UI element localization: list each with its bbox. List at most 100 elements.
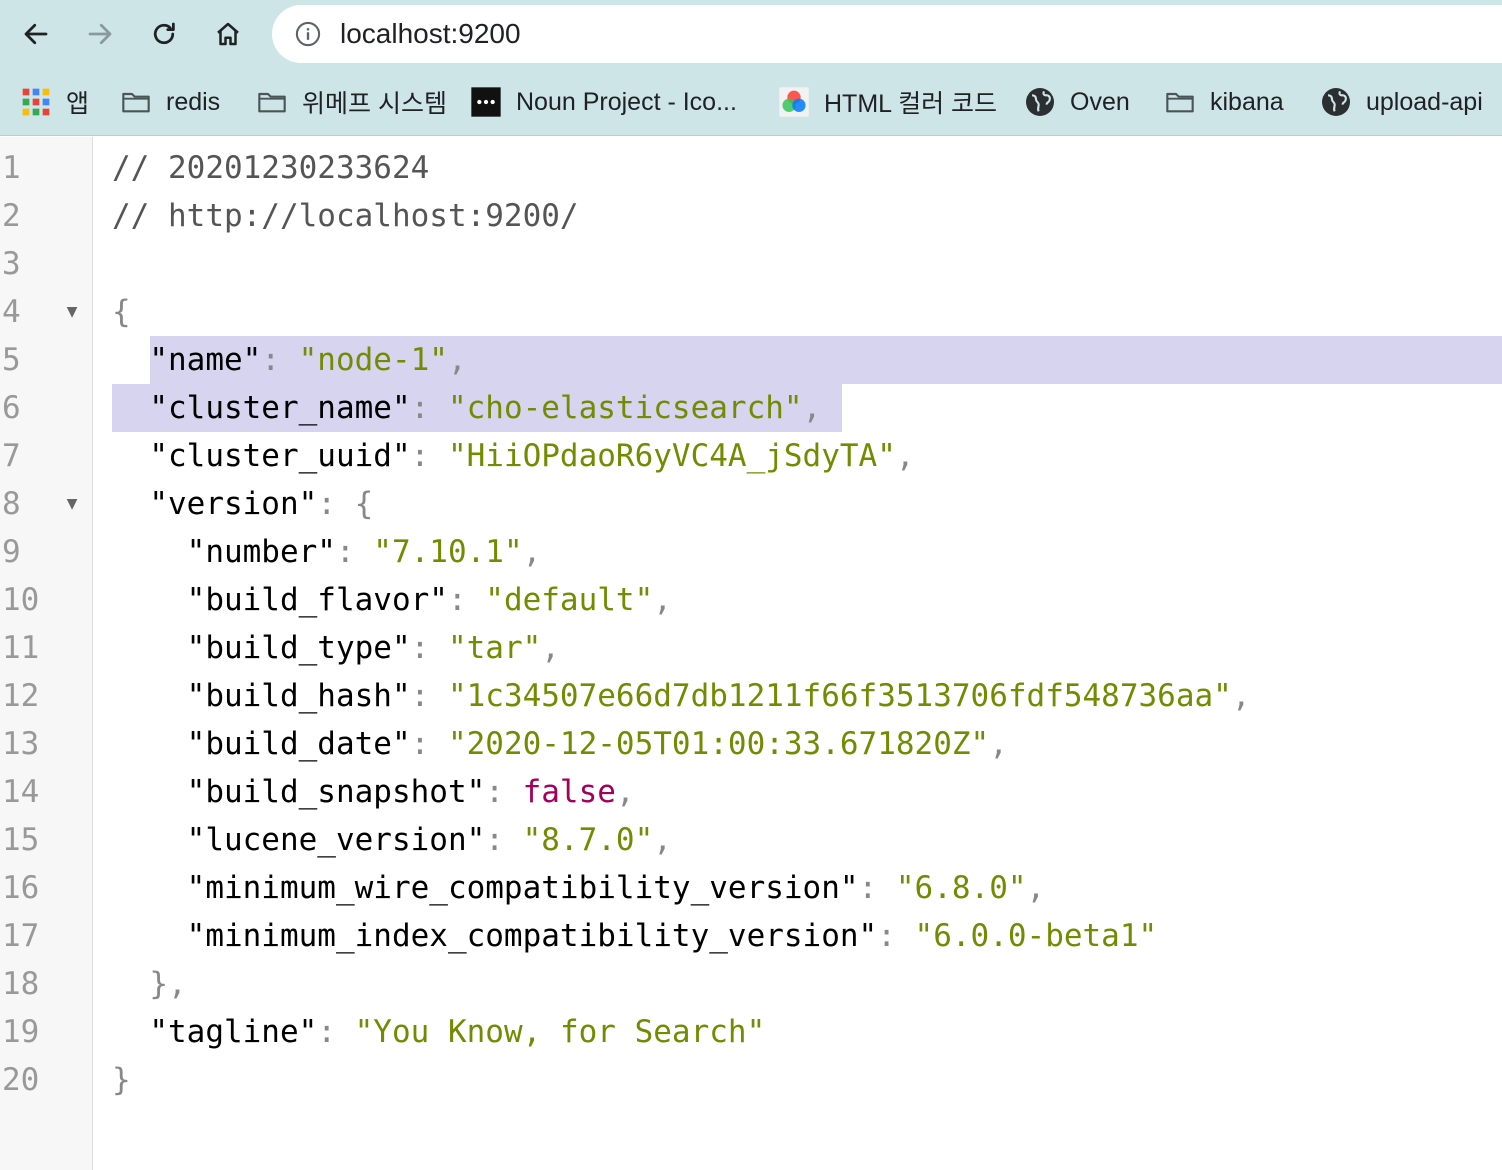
json-comment: // http://localhost:9200/ xyxy=(112,198,579,234)
bookmark-label: kibana xyxy=(1210,87,1284,116)
json-key: "name" xyxy=(149,342,262,378)
line-number: 1 xyxy=(2,150,21,186)
json-punctuation xyxy=(112,534,187,570)
json-string-value: "You Know, for Search" xyxy=(354,1014,766,1050)
code-text: "cluster_name": "cho-elasticsearch", xyxy=(112,384,821,432)
json-key: "tagline" xyxy=(149,1014,318,1050)
bookmark-label: HTML 컬러 코드 xyxy=(824,90,998,118)
bookmark-label: redis xyxy=(166,87,221,116)
code-text: "build_flavor": "default", xyxy=(112,576,672,624)
code-line: 7 "cluster_uuid": "HiiOPdaoR6yVC4A_jSdyT… xyxy=(0,432,1502,480)
json-punctuation: : xyxy=(410,630,448,666)
code-text: "minimum_wire_compatibility_version": "6… xyxy=(112,864,1046,912)
line-number: 18 xyxy=(2,966,40,1002)
home-icon xyxy=(217,22,239,46)
address-url[interactable]: localhost:9200 xyxy=(340,18,521,50)
bookmark-wemakeprice-system[interactable]: 위메프 시스템 xyxy=(256,68,447,136)
bookmark-label: upload-api xyxy=(1366,87,1483,116)
code-text: "build_snapshot": false, xyxy=(112,768,635,816)
code-text: "build_date": "2020-12-05T01:00:33.67182… xyxy=(112,720,1008,768)
forward-button[interactable] xyxy=(78,12,122,56)
code-line: 12 "build_hash": "1c34507e66d7db1211f66f… xyxy=(0,672,1502,720)
code-line: 11 "build_type": "tar", xyxy=(0,624,1502,672)
json-punctuation: { xyxy=(112,294,131,330)
info-icon[interactable] xyxy=(294,20,322,48)
json-punctuation: : xyxy=(261,342,299,378)
code-line: 13 "build_date": "2020-12-05T01:00:33.67… xyxy=(0,720,1502,768)
json-punctuation: , xyxy=(895,438,915,474)
json-boolean-value: false xyxy=(522,774,616,810)
json-key: "cluster_uuid" xyxy=(149,438,411,474)
json-punctuation: , xyxy=(802,390,822,426)
address-bar[interactable]: localhost:9200 xyxy=(272,5,1502,63)
json-viewer[interactable]: 1 // 20201230233624 2 // http://localhost:9… xyxy=(0,137,1502,1170)
code-text: }, xyxy=(112,960,186,1008)
json-punctuation: : xyxy=(858,870,896,906)
json-punctuation: , xyxy=(989,726,1008,762)
code-line: 15 "lucene_version": "8.7.0", xyxy=(0,816,1502,864)
code-text: } xyxy=(112,1056,131,1104)
bookmark-kibana[interactable]: kibana xyxy=(1164,68,1284,136)
fold-toggle-icon[interactable]: ▼ xyxy=(62,480,82,528)
line-number: 5 xyxy=(2,342,21,378)
json-punctuation: : xyxy=(410,678,448,714)
code-line: 10 "build_flavor": "default", xyxy=(0,576,1502,624)
bookmark-label: Oven xyxy=(1070,87,1130,116)
json-key: "number" xyxy=(186,534,336,570)
bookmarks-bar: 앱 redis 위메프 시스템 Noun Project - Ico... HT… xyxy=(0,68,1502,136)
json-key: "build_hash" xyxy=(186,678,411,714)
code-text: "minimum_index_compatibility_version": "… xyxy=(112,912,1158,960)
bookmark-label: Noun Project - Ico... xyxy=(516,87,737,116)
code-text: "version": { xyxy=(112,480,373,528)
bookmark-label: 앱 xyxy=(66,90,90,118)
json-punctuation: , xyxy=(653,822,672,858)
bookmark-redis[interactable]: redis xyxy=(120,68,220,136)
json-punctuation: , xyxy=(522,534,542,570)
bookmark-oven[interactable]: Oven xyxy=(1024,68,1130,136)
line-number: 7 xyxy=(2,438,21,474)
code-text: "tagline": "You Know, for Search" xyxy=(112,1008,765,1056)
reload-button[interactable] xyxy=(142,12,186,56)
json-punctuation xyxy=(112,1014,149,1050)
forward-arrow-icon xyxy=(88,23,112,45)
json-key: "minimum_wire_compatibility_version" xyxy=(186,870,859,906)
json-punctuation xyxy=(112,582,187,618)
code-line: 2 // http://localhost:9200/ xyxy=(0,192,1502,240)
json-string-value: "7.10.1" xyxy=(373,534,523,570)
bookmark-noun-project[interactable]: Noun Project - Ico... xyxy=(470,68,737,136)
json-punctuation: , xyxy=(447,342,467,378)
json-string-value: "HiiOPdaoR6yVC4A_jSdyTA" xyxy=(447,438,896,474)
json-punctuation: : xyxy=(410,390,448,426)
json-punctuation: : xyxy=(447,582,486,618)
code-text: // http://localhost:9200/ xyxy=(112,192,579,240)
json-punctuation xyxy=(112,438,149,474)
back-button[interactable] xyxy=(14,12,58,56)
home-button[interactable] xyxy=(206,12,250,56)
json-string-value: "2020-12-05T01:00:33.671820Z" xyxy=(447,726,990,762)
json-punctuation: : { xyxy=(317,486,374,522)
line-number: 10 xyxy=(2,582,40,618)
json-key: "lucene_version" xyxy=(186,822,486,858)
json-punctuation: : xyxy=(410,726,448,762)
bookmark-upload-api[interactable]: upload-api xyxy=(1320,68,1483,136)
bookmark-html-color-code[interactable]: HTML 컬러 코드 xyxy=(778,68,997,136)
globe-icon xyxy=(1320,86,1352,118)
code-line: 17 "minimum_index_compatibility_version"… xyxy=(0,912,1502,960)
code-line: 8 ▼ "version": { xyxy=(0,480,1502,528)
json-punctuation xyxy=(112,870,187,906)
line-number: 17 xyxy=(2,918,40,954)
json-string-value: "6.8.0" xyxy=(895,870,1027,906)
noun-project-icon xyxy=(470,86,502,118)
line-number: 13 xyxy=(2,726,40,762)
code-line: 9 "number": "7.10.1", xyxy=(0,528,1502,576)
code-text: "lucene_version": "8.7.0", xyxy=(112,816,672,864)
bookmark-apps[interactable]: 앱 xyxy=(20,68,89,136)
json-punctuation xyxy=(112,630,187,666)
code-line: 6 "cluster_name": "cho-elasticsearch", xyxy=(0,384,1502,432)
fold-toggle-icon[interactable]: ▼ xyxy=(62,288,82,336)
json-key: "build_type" xyxy=(186,630,411,666)
json-punctuation: , xyxy=(615,774,635,810)
json-punctuation: , xyxy=(1231,678,1251,714)
line-number: 6 xyxy=(2,390,21,426)
globe-icon xyxy=(1024,86,1056,118)
